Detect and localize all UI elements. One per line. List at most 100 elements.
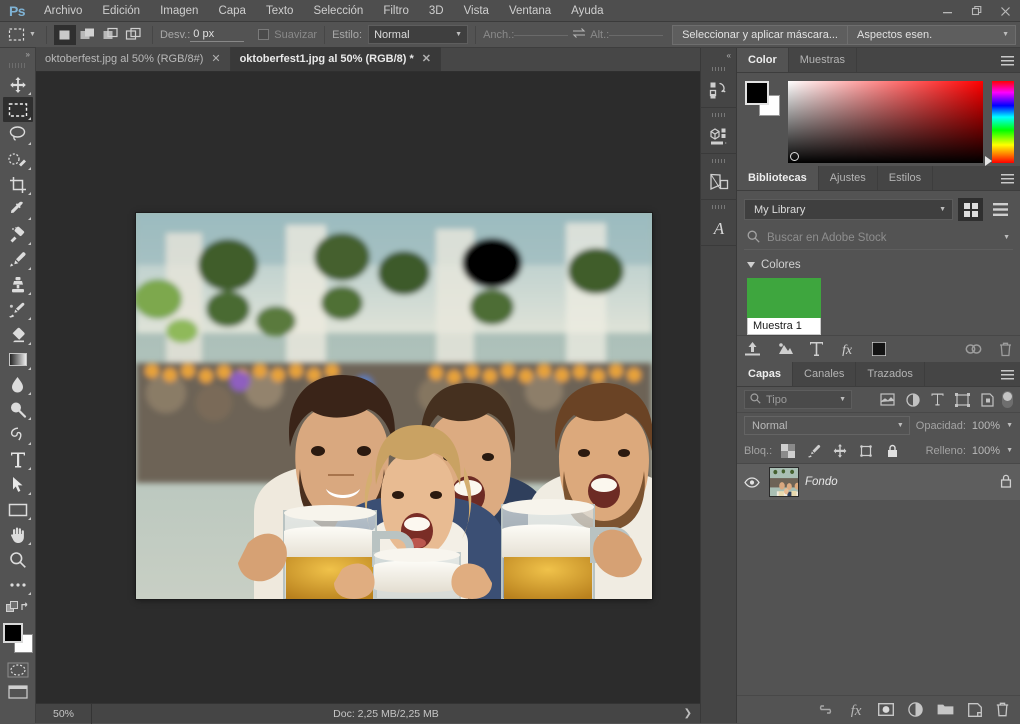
lock-transparent-pixels-icon[interactable] xyxy=(778,442,798,460)
color-foreground-swatch[interactable] xyxy=(745,81,769,105)
workspace-select[interactable]: Aspectos esen. ▼ xyxy=(848,24,1016,45)
libraries-panel-menu-button[interactable] xyxy=(1001,166,1014,191)
intersect-with-selection-button[interactable] xyxy=(123,25,145,45)
lock-position-icon[interactable] xyxy=(830,442,850,460)
lock-artboard-icon[interactable] xyxy=(856,442,876,460)
add-text-style-icon[interactable] xyxy=(810,342,823,356)
swap-width-height-icon[interactable] xyxy=(568,27,590,42)
minimize-button[interactable] xyxy=(933,0,962,22)
layer-list[interactable]: Fondo xyxy=(737,463,1020,695)
feather-input[interactable]: 0 px xyxy=(190,27,245,42)
new-selection-button[interactable] xyxy=(53,24,76,45)
color-spectrum-field[interactable] xyxy=(788,81,983,163)
hue-slider[interactable] xyxy=(985,81,1014,166)
pen-tool[interactable] xyxy=(3,422,33,447)
layers-panel-menu-button[interactable] xyxy=(1001,362,1014,387)
list-view-button[interactable] xyxy=(988,198,1013,221)
document-canvas[interactable] xyxy=(136,213,652,599)
delete-layer-icon[interactable] xyxy=(996,702,1009,717)
menu-item-capa[interactable]: Capa xyxy=(208,1,256,21)
properties-panel-icon[interactable] xyxy=(700,165,737,199)
filter-pixel-icon[interactable] xyxy=(875,390,900,410)
toolbar-expand-button[interactable]: » xyxy=(0,48,35,61)
height-input[interactable] xyxy=(609,33,664,36)
library-swatch-item[interactable]: Muestra 1 xyxy=(747,278,821,335)
search-input[interactable]: Buscar en Adobe Stock xyxy=(767,232,996,244)
menu-item-ayuda[interactable]: Ayuda xyxy=(561,1,613,21)
gradient-tool[interactable] xyxy=(3,347,33,372)
hand-tool[interactable] xyxy=(3,522,33,547)
add-graphic-icon[interactable] xyxy=(777,342,793,356)
move-tool[interactable] xyxy=(3,72,33,97)
lock-all-icon[interactable] xyxy=(882,442,902,460)
crop-tool[interactable] xyxy=(3,172,33,197)
library-swatch-color[interactable] xyxy=(747,278,821,318)
dock-collapse-button[interactable]: « xyxy=(701,48,736,62)
history-brush-tool[interactable] xyxy=(3,297,33,322)
library-select[interactable]: My Library ▼ xyxy=(744,199,953,220)
add-layer-style-icon[interactable]: fx xyxy=(840,342,855,356)
lasso-tool[interactable] xyxy=(3,122,33,147)
sync-icon[interactable] xyxy=(965,342,982,356)
add-layer-mask-icon[interactable] xyxy=(878,703,894,716)
hue-slider-thumb[interactable] xyxy=(985,156,992,166)
menu-item-imagen[interactable]: Imagen xyxy=(150,1,208,21)
close-icon[interactable]: ✕ xyxy=(211,53,220,65)
tab-ajustes[interactable]: Ajustes xyxy=(818,166,878,190)
layer-filter-type-select[interactable]: Tipo ▼ xyxy=(744,390,852,409)
select-and-mask-button[interactable]: Seleccionar y aplicar máscara... xyxy=(672,24,848,45)
quick-mask-button[interactable] xyxy=(3,659,33,681)
path-selection-tool[interactable] xyxy=(3,472,33,497)
layer-lock-icon[interactable] xyxy=(1000,474,1012,491)
canvas-area[interactable] xyxy=(36,72,700,703)
layer-thumbnail[interactable] xyxy=(769,467,799,497)
opacity-value[interactable]: 100% xyxy=(972,420,1000,432)
filter-enable-toggle[interactable] xyxy=(1002,391,1013,408)
close-button[interactable] xyxy=(991,0,1020,22)
color-panel-menu-button[interactable] xyxy=(1001,48,1014,73)
filter-shape-icon[interactable] xyxy=(950,390,975,410)
filter-adjustment-icon[interactable] xyxy=(900,390,925,410)
character-panel-icon[interactable]: A xyxy=(700,211,737,245)
disclosure-triangle-icon[interactable] xyxy=(747,262,755,268)
menu-item-archivo[interactable]: Archivo xyxy=(34,1,92,21)
dock-drag-handle[interactable] xyxy=(710,65,727,73)
new-layer-icon[interactable] xyxy=(968,702,982,717)
add-to-selection-button[interactable] xyxy=(77,25,99,45)
document-info[interactable]: Doc: 2,25 MB/2,25 MB ❯ xyxy=(92,708,700,720)
blur-tool[interactable] xyxy=(3,372,33,397)
default-colors-and-swap[interactable] xyxy=(3,597,33,619)
menu-item-ventana[interactable]: Ventana xyxy=(499,1,561,21)
healing-brush-tool[interactable] xyxy=(3,222,33,247)
zoom-tool[interactable] xyxy=(3,547,33,572)
chevron-down-icon[interactable]: ▼ xyxy=(1003,234,1010,241)
rectangular-marquee-tool[interactable] xyxy=(2,97,33,122)
chevron-down-icon[interactable]: ▼ xyxy=(1006,447,1013,454)
layer-visibility-toggle[interactable] xyxy=(741,476,763,488)
rectangle-tool[interactable] xyxy=(3,497,33,522)
type-tool[interactable] xyxy=(3,447,33,472)
dodge-tool[interactable] xyxy=(3,397,33,422)
document-tab-oktoberfest1[interactable]: oktoberfest1.jpg al 50% (RGB/8) * ✕ xyxy=(230,47,442,71)
menu-item-edicion[interactable]: Edición xyxy=(92,1,150,21)
menu-item-seleccion[interactable]: Selección xyxy=(303,1,373,21)
document-tab-oktoberfest[interactable]: oktoberfest.jpg al 50% (RGB/8#) ✕ xyxy=(36,47,231,71)
width-input[interactable] xyxy=(514,33,569,36)
adobe-stock-search[interactable]: Buscar en Adobe Stock ▼ xyxy=(744,228,1013,250)
tab-color[interactable]: Color xyxy=(737,48,789,72)
dock-drag-handle[interactable] xyxy=(710,111,727,119)
brush-tool[interactable] xyxy=(3,247,33,272)
library-section-colores[interactable]: Colores xyxy=(744,259,1013,271)
color-swatches[interactable] xyxy=(745,81,780,116)
dock-drag-handle[interactable] xyxy=(710,203,727,211)
menu-item-texto[interactable]: Texto xyxy=(256,1,304,21)
antialias-checkbox[interactable] xyxy=(258,29,270,40)
eraser-tool[interactable] xyxy=(3,322,33,347)
tab-trazados[interactable]: Trazados xyxy=(856,362,925,386)
foreground-color-swatch[interactable] xyxy=(2,623,23,643)
zoom-level-input[interactable]: 50% xyxy=(36,703,92,724)
layer-name[interactable]: Fondo xyxy=(805,476,994,488)
style-select[interactable]: Normal ▼ xyxy=(368,25,469,44)
tab-bibliotecas[interactable]: Bibliotecas xyxy=(737,166,819,190)
3d-panel-icon[interactable] xyxy=(700,119,737,153)
